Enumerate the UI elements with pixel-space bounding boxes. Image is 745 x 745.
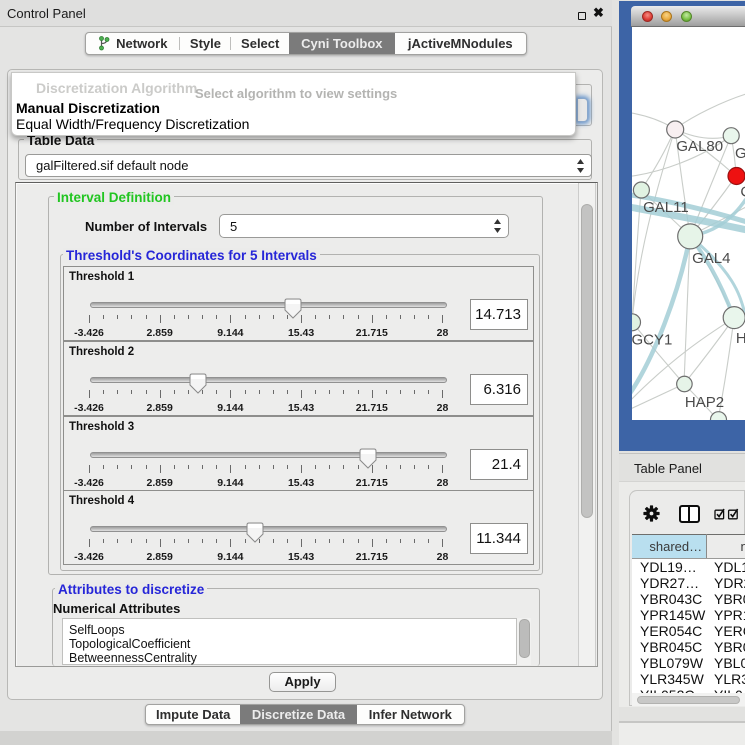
svg-text:GAL4: GAL4 <box>692 250 730 267</box>
svg-text:GAL80: GAL80 <box>676 138 723 155</box>
svg-text:GCY1: GCY1 <box>632 332 672 349</box>
svg-text:H: H <box>736 330 745 347</box>
svg-text:HAP2: HAP2 <box>685 394 724 411</box>
svg-text:GA: GA <box>735 145 745 162</box>
svg-text:C: C <box>740 184 745 201</box>
svg-text:GAL11: GAL11 <box>643 199 689 216</box>
